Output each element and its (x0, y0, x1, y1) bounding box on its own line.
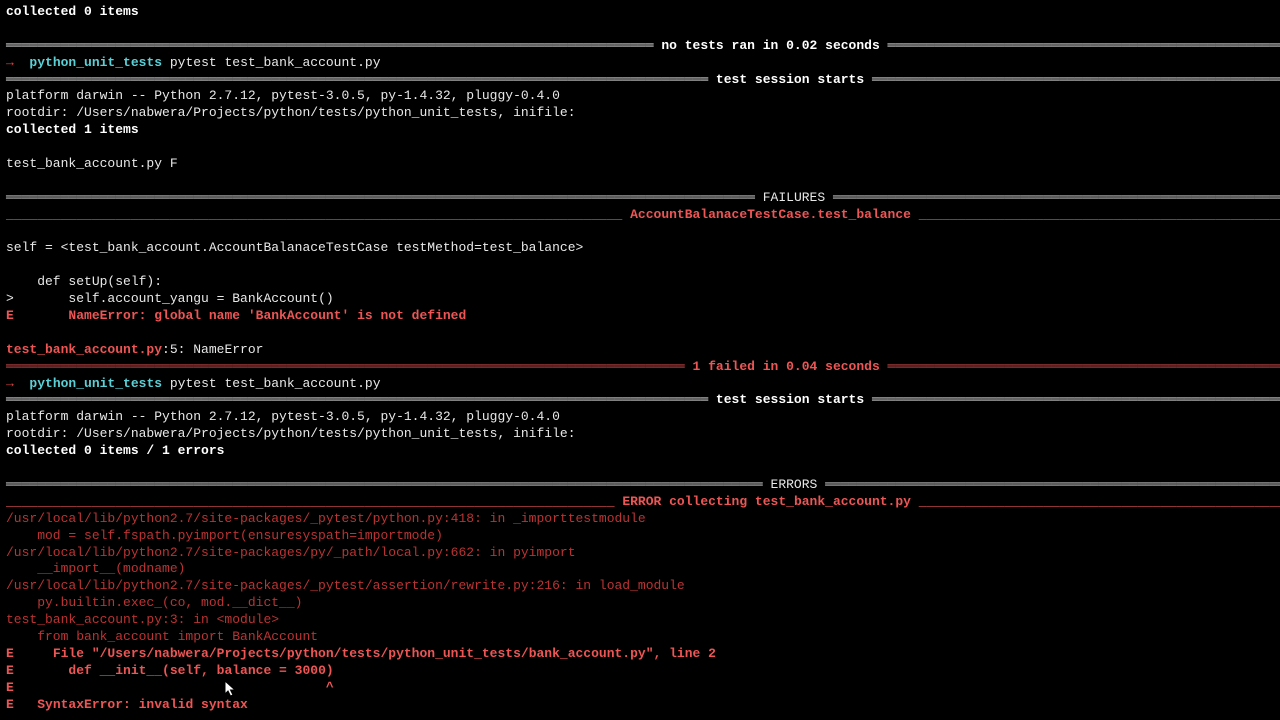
traceback-line: /usr/local/lib/python2.7/site-packages/_… (6, 511, 1274, 528)
traceback-line: /usr/local/lib/python2.7/site-packages/p… (6, 545, 1274, 562)
collected-line: collected 0 items / 1 errors (6, 443, 1274, 460)
self-line: self = <test_bank_account.AccountBalanac… (6, 240, 1274, 257)
traceback-line: from bank_account import BankAccount (6, 629, 1274, 646)
platform-line: platform darwin -- Python 2.7.12, pytest… (6, 88, 1274, 105)
rule-session-starts: ════════════════════════════════════════… (6, 72, 1274, 89)
rule-failed-summary: ════════════════════════════════════════… (6, 359, 1274, 376)
test-result-line: test_bank_account.py F (6, 156, 1274, 173)
error-e-line: E SyntaxError: invalid syntax (6, 697, 1274, 714)
no-tests-text: no tests ran in 0.02 seconds (661, 38, 879, 53)
blank (6, 224, 1274, 241)
prompt-line[interactable]: → python_unit_tests pytest test_bank_acc… (6, 376, 1274, 393)
traceback-line: mod = self.fspath.pyimport(ensuresyspath… (6, 528, 1274, 545)
prompt-arrow-icon: → (6, 376, 14, 391)
code-line-fail: > self.account_yangu = BankAccount() (6, 291, 1274, 308)
failure-title: ________________________________________… (6, 207, 1274, 224)
traceback-line: py.builtin.exec_(co, mod.__dict__) (6, 595, 1274, 612)
error-e-line: E File "/Users/nabwera/Projects/python/t… (6, 646, 1274, 663)
rootdir-line: rootdir: /Users/nabwera/Projects/python/… (6, 426, 1274, 443)
rootdir-line: rootdir: /Users/nabwera/Projects/python/… (6, 105, 1274, 122)
collected-line: collected 0 items (6, 4, 1274, 21)
collected-line: collected 1 items (6, 122, 1274, 139)
error-title: ________________________________________… (6, 494, 1274, 511)
rule-errors: ════════════════════════════════════════… (6, 477, 1274, 494)
prompt-dir: python_unit_tests (29, 376, 162, 391)
traceback-line: test_bank_account.py:3: in <module> (6, 612, 1274, 629)
error-line: E NameError: global name 'BankAccount' i… (6, 308, 1274, 325)
rule-right: ════════════════════════════════════════… (880, 38, 1280, 53)
blank (6, 460, 1274, 477)
rule-no-tests: ════════════════════════════════════════… (6, 38, 1274, 55)
error-location: test_bank_account.py:5: NameError (6, 342, 1274, 359)
traceback-line: /usr/local/lib/python2.7/site-packages/_… (6, 578, 1274, 595)
blank (6, 139, 1274, 156)
prompt-arrow-icon: → (6, 55, 14, 70)
blank (6, 325, 1274, 342)
error-e-line: E def __init__(self, balance = 3000) (6, 663, 1274, 680)
platform-line: platform darwin -- Python 2.7.12, pytest… (6, 409, 1274, 426)
prompt-cmd: pytest test_bank_account.py (170, 55, 381, 70)
error-e-line: E ^ (6, 680, 1274, 697)
rule-failures: ════════════════════════════════════════… (6, 190, 1274, 207)
prompt-cmd: pytest test_bank_account.py (170, 376, 381, 391)
rule-session-starts: ════════════════════════════════════════… (6, 392, 1274, 409)
blank (6, 21, 1274, 38)
prompt-line[interactable]: → python_unit_tests pytest test_bank_acc… (6, 55, 1274, 72)
blank (6, 257, 1274, 274)
prompt-dir: python_unit_tests (29, 55, 162, 70)
rule-left: ════════════════════════════════════════… (6, 38, 661, 53)
traceback-line: __import__(modname) (6, 561, 1274, 578)
code-line: def setUp(self): (6, 274, 1274, 291)
blank (6, 173, 1274, 190)
